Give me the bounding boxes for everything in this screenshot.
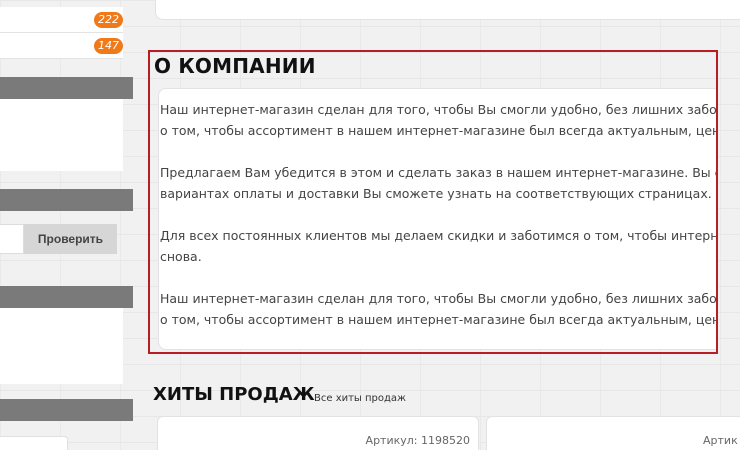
sidebar-section-header bbox=[0, 399, 133, 421]
about-line: снова. bbox=[160, 249, 202, 264]
category-item[interactable]: 147 bbox=[0, 33, 123, 59]
sidebar: 222 147 Проверить bbox=[0, 0, 133, 450]
promo-section-header bbox=[0, 189, 133, 211]
about-line: Предлагаем Вам убедится в этом и сделать… bbox=[160, 165, 718, 180]
product-card[interactable]: Артик bbox=[486, 416, 740, 450]
sidebar-section-body bbox=[0, 99, 123, 171]
about-company-section: О КОМПАНИИ Наш интернет-магазин сделан д… bbox=[148, 50, 718, 354]
category-count-badge: 147 bbox=[94, 38, 123, 54]
product-card[interactable]: Артикул: 1198520 bbox=[157, 416, 479, 450]
product-sku: Артикул: 1198520 bbox=[365, 434, 470, 447]
sidebar-card bbox=[0, 436, 68, 450]
check-promo-button[interactable]: Проверить bbox=[24, 224, 117, 254]
about-line: Наш интернет-магазин сделан для того, чт… bbox=[160, 291, 718, 306]
about-line: Для всех постоянных клиентов мы делаем с… bbox=[160, 228, 718, 243]
about-title: О КОМПАНИИ bbox=[154, 54, 316, 78]
all-bestsellers-link[interactable]: Все хиты продаж bbox=[314, 393, 406, 404]
product-sku: Артик bbox=[703, 434, 738, 447]
category-item[interactable]: 222 bbox=[0, 7, 123, 33]
sidebar-section-body bbox=[0, 308, 123, 384]
about-paragraph: Для всех постоянных клиентов мы делаем с… bbox=[160, 225, 718, 267]
about-line: Наш интернет-магазин сделан для того, чт… bbox=[160, 102, 718, 117]
about-paragraph: Наш интернет-магазин сделан для того, чт… bbox=[160, 288, 718, 330]
about-text: Наш интернет-магазин сделан для того, чт… bbox=[160, 99, 718, 330]
about-paragraph: Предлагаем Вам убедится в этом и сделать… bbox=[160, 162, 718, 204]
category-count-badge: 222 bbox=[94, 12, 123, 28]
about-line: вариантах оплаты и доставки Вы сможете у… bbox=[160, 186, 712, 201]
sidebar-section-header bbox=[0, 286, 133, 308]
content-card-top bbox=[155, 0, 740, 20]
about-paragraph: Наш интернет-магазин сделан для того, чт… bbox=[160, 99, 718, 141]
sidebar-section-header bbox=[0, 77, 133, 99]
about-line: о том, чтобы ассортимент в нашем интерне… bbox=[160, 312, 718, 327]
bestsellers-title: ХИТЫ ПРОДАЖ bbox=[153, 384, 315, 405]
promo-code-input[interactable] bbox=[0, 224, 24, 254]
about-line: о том, чтобы ассортимент в нашем интерне… bbox=[160, 123, 718, 138]
